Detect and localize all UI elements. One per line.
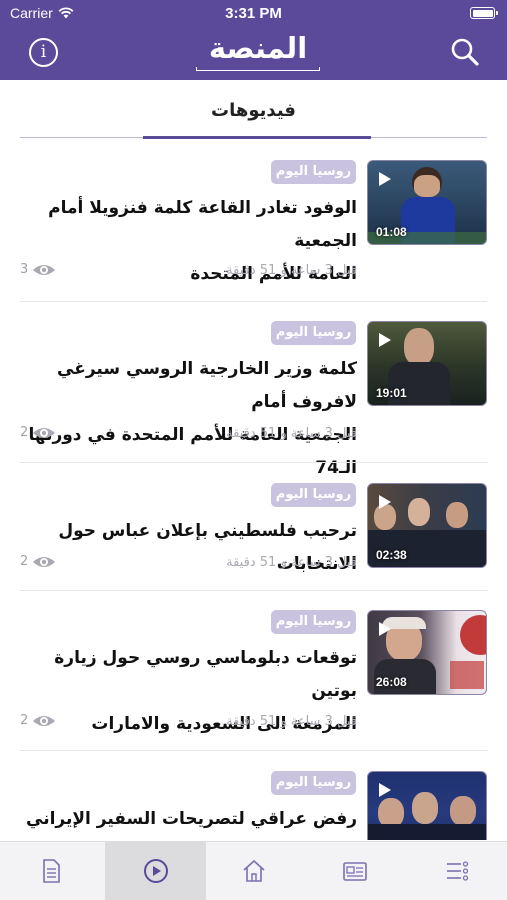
- eye-icon: [33, 715, 56, 726]
- views-count: 2: [20, 554, 29, 569]
- list-divider: [20, 462, 487, 463]
- tab-news[interactable]: [304, 842, 405, 900]
- thumbnail-figure: [408, 498, 430, 526]
- list-divider: [20, 301, 487, 302]
- play-icon: [379, 495, 391, 509]
- eye-icon: [33, 427, 56, 438]
- views-count: 3: [20, 262, 29, 277]
- source-badge[interactable]: روسيا اليوم: [271, 321, 356, 345]
- video-time-ago: قبل 3 ساعة و 51 دقيقة: [226, 263, 357, 278]
- video-views: 2: [20, 425, 56, 440]
- eye-icon: [33, 556, 56, 567]
- video-views: 2: [20, 554, 56, 569]
- views-count: 2: [20, 713, 29, 728]
- video-duration: 19:01: [376, 386, 407, 400]
- tab-videos[interactable]: فيديوهات: [0, 100, 507, 121]
- list-divider: [20, 590, 487, 591]
- thumbnail-figure: [412, 792, 438, 824]
- video-thumbnail[interactable]: 01:08: [367, 160, 487, 245]
- video-title-line: توقعات دبلوماسي روسي حول زيارة بوتين: [54, 648, 357, 701]
- eye-icon: [33, 264, 56, 275]
- bottom-tab-bar: [0, 841, 507, 900]
- play-icon: [379, 783, 391, 797]
- video-title[interactable]: كلمة وزير الخارجية الروسي سيرغي لافروف أ…: [20, 353, 357, 485]
- tab-home[interactable]: [203, 842, 304, 900]
- source-badge[interactable]: روسيا اليوم: [271, 160, 356, 184]
- video-title-line: كلمة وزير الخارجية الروسي سيرغي لافروف أ…: [57, 359, 357, 412]
- thumbnail-figure: [446, 502, 468, 528]
- logo-text: المنصة: [208, 31, 308, 65]
- thumbnail-figure: [450, 661, 484, 689]
- list-divider: [20, 750, 487, 751]
- status-time: 3:31 PM: [225, 5, 282, 22]
- video-title-line: الوفود تغادر القاعة كلمة فنزويلا أمام ال…: [48, 198, 357, 251]
- play-icon: [379, 333, 391, 347]
- source-badge[interactable]: روسيا اليوم: [271, 483, 356, 507]
- video-time-ago: قبل 3 ساعة و 51 دقيقة: [226, 555, 357, 570]
- video-title[interactable]: رفض عراقي لتصريحات السفير الإيراني: [20, 803, 357, 836]
- video-item[interactable]: 26:08 روسيا اليوم توقعات دبلوماسي روسي ح…: [0, 610, 507, 752]
- video-views: 3: [20, 262, 56, 277]
- home-icon: [243, 859, 265, 882]
- video-thumbnail[interactable]: 19:01: [367, 321, 487, 406]
- video-list[interactable]: 01:08 روسيا اليوم الوفود تغادر القاعة كل…: [0, 140, 507, 840]
- video-duration: 26:08: [376, 675, 407, 689]
- menu-list-icon: [447, 861, 469, 881]
- tab-active-indicator: [143, 136, 371, 139]
- app-logo: المنصة: [163, 32, 353, 72]
- thumbnail-figure: [368, 824, 486, 840]
- video-time-ago: قبل 3 ساعة و 51 دقيقة: [226, 426, 357, 441]
- video-duration: 02:38: [376, 548, 407, 562]
- play-circle-icon: [144, 859, 168, 883]
- play-icon: [379, 622, 391, 636]
- section-tabs: فيديوهات: [0, 80, 507, 140]
- newspaper-icon: [343, 862, 367, 881]
- video-thumbnail[interactable]: [367, 771, 487, 840]
- document-icon: [43, 859, 60, 883]
- video-views: 2: [20, 713, 56, 728]
- search-icon[interactable]: [449, 36, 481, 68]
- source-badge[interactable]: روسيا اليوم: [271, 610, 356, 634]
- tab-documents[interactable]: [0, 842, 101, 900]
- video-thumbnail[interactable]: 02:38: [367, 483, 487, 568]
- battery-icon: [470, 7, 498, 19]
- video-item[interactable]: 02:38 روسيا اليوم ترحيب فلسطيني بإعلان ع…: [0, 483, 507, 588]
- source-badge[interactable]: روسيا اليوم: [271, 771, 356, 795]
- info-button[interactable]: i: [29, 38, 58, 67]
- thumbnail-figure: [414, 175, 440, 197]
- video-item[interactable]: 01:08 روسيا اليوم الوفود تغادر القاعة كل…: [0, 160, 507, 302]
- video-item[interactable]: 19:01 روسيا اليوم كلمة وزير الخارجية الر…: [0, 321, 507, 478]
- thumbnail-figure: [460, 615, 486, 655]
- thumbnail-figure: [404, 328, 434, 366]
- video-title[interactable]: ترحيب فلسطيني بإعلان عباس حول الانتخابات: [20, 515, 357, 581]
- video-time-ago: قبل 3 ساعة و 51 دقيقة: [226, 714, 357, 729]
- video-title-line: رفض عراقي لتصريحات السفير الإيراني: [26, 809, 357, 829]
- nav-row: i المنصة: [0, 26, 507, 80]
- logo-underline: [196, 67, 320, 71]
- video-title-line: ترحيب فلسطيني بإعلان عباس حول الانتخابات: [58, 521, 357, 574]
- video-item[interactable]: روسيا اليوم رفض عراقي لتصريحات السفير ال…: [0, 771, 507, 840]
- video-thumbnail[interactable]: 26:08: [367, 610, 487, 695]
- thumbnail-figure: [450, 796, 476, 826]
- tab-videos-nav[interactable]: [105, 842, 206, 900]
- tab-menu[interactable]: [406, 842, 507, 900]
- video-duration: 01:08: [376, 225, 407, 239]
- views-count: 2: [20, 425, 29, 440]
- play-icon: [379, 172, 391, 186]
- app-header: Carrier 3:31 PM i المنصة: [0, 0, 507, 80]
- status-bar: Carrier 3:31 PM: [0, 0, 507, 26]
